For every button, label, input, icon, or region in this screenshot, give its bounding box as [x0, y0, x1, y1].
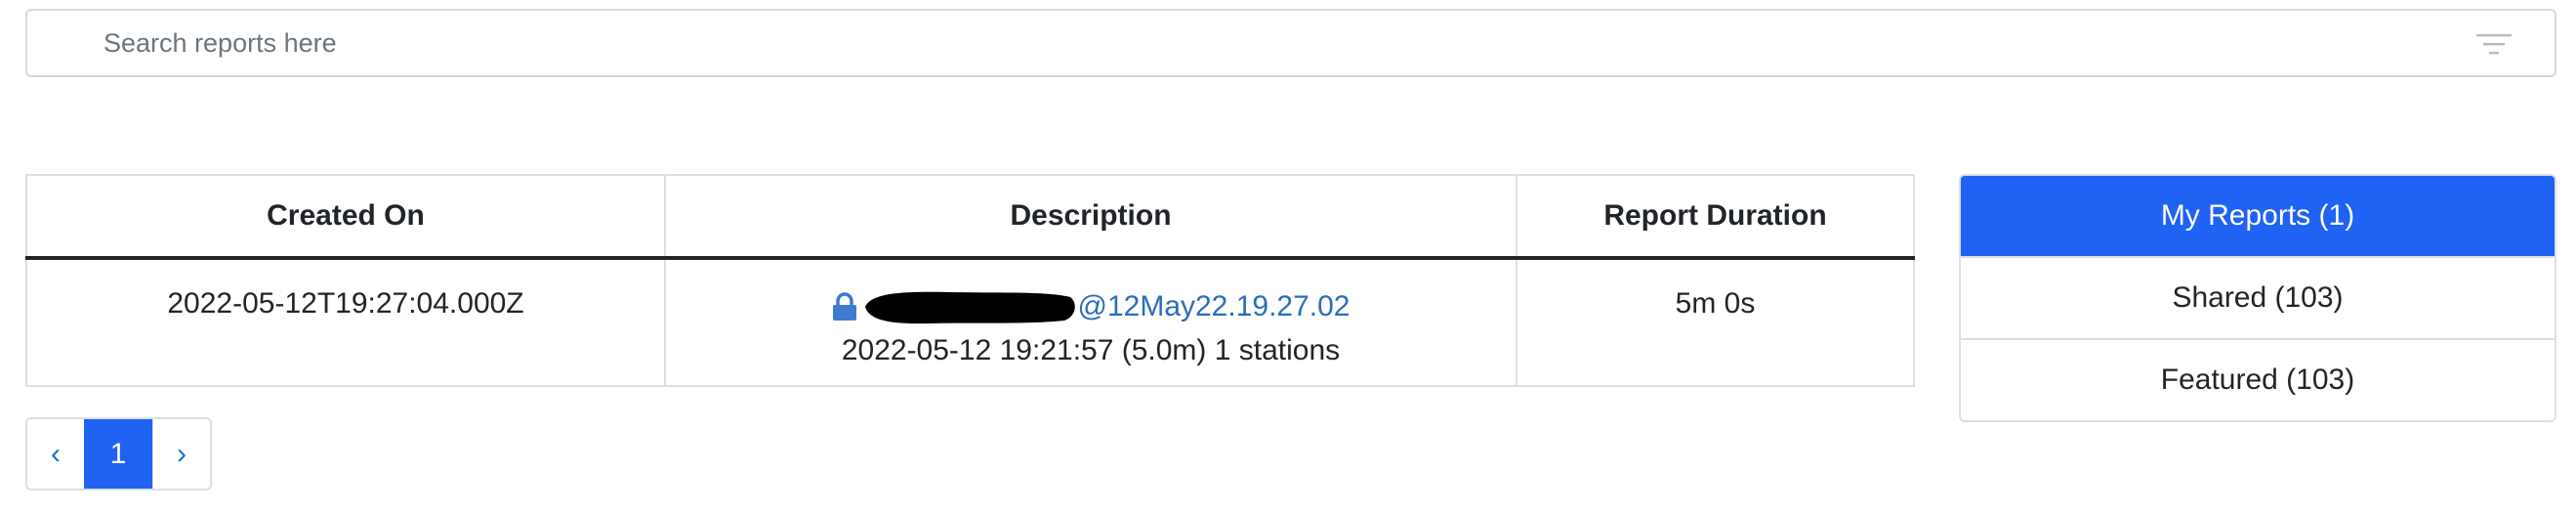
lock-icon	[832, 292, 856, 321]
duration-value: 5m 0s	[1675, 287, 1756, 320]
search-bar[interactable]	[25, 9, 2556, 77]
report-link[interactable]: @12May22.19.27.02	[1078, 290, 1350, 323]
prev-page-button[interactable]: ‹	[27, 419, 84, 489]
report-detail: 2022-05-12 19:21:57 (5.0m) 1 stations	[841, 334, 1341, 366]
duration-cell: 5m 0s	[1516, 257, 1915, 387]
created-on-cell: 2022-05-12T19:27:04.000Z	[25, 257, 666, 387]
my-reports-item[interactable]: My Reports (1)	[1961, 176, 2555, 256]
column-header-description[interactable]: Description	[664, 174, 1517, 260]
search-input[interactable]	[102, 18, 2400, 68]
column-header-report-duration[interactable]: Report Duration	[1516, 174, 1915, 260]
report-filter-list: My Reports (1) Shared (103) Featured (10…	[1959, 174, 2556, 422]
reports-table: Created On Description Report Duration 2…	[25, 174, 1915, 387]
table-row[interactable]: 2022-05-12T19:27:04.000Z @12May22.19.27.…	[25, 257, 1915, 387]
next-page-button[interactable]: ›	[152, 419, 210, 489]
created-on-value: 2022-05-12T19:27:04.000Z	[167, 287, 524, 320]
redaction-mark	[864, 291, 1075, 324]
shared-item[interactable]: Shared (103)	[1961, 256, 2555, 338]
column-header-created-on[interactable]: Created On	[25, 174, 666, 260]
description-cell: @12May22.19.27.02 2022-05-12 19:21:57 (5…	[664, 257, 1517, 387]
table-header-row: Created On Description Report Duration	[25, 174, 1915, 260]
filter-icon[interactable]	[2474, 30, 2514, 60]
featured-item[interactable]: Featured (103)	[1961, 338, 2555, 420]
pagination: ‹ 1 ›	[25, 417, 212, 491]
page-1-button[interactable]: 1	[84, 419, 152, 489]
